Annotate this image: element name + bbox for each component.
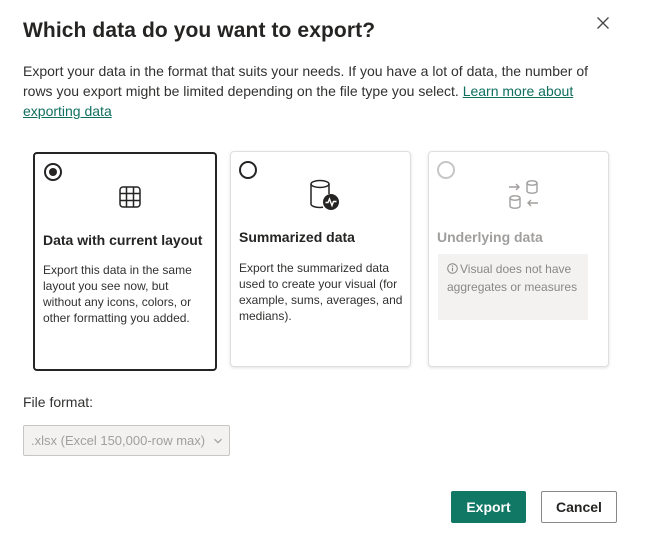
cancel-button[interactable]: Cancel: [541, 491, 617, 523]
dialog-title: Which data do you want to export?: [23, 19, 376, 42]
chevron-down-icon: [214, 438, 222, 444]
radio-summarized[interactable]: [239, 161, 257, 179]
option-card-current-layout[interactable]: Data with current layout Export this dat…: [33, 152, 217, 371]
option-card-summarized[interactable]: Summarized data Export the summarized da…: [230, 151, 411, 367]
option-title: Underlying data: [437, 229, 543, 245]
option-title: Summarized data: [239, 229, 355, 245]
dialog-description: Export your data in the format that suit…: [23, 61, 608, 121]
database-chart-icon: [310, 179, 339, 210]
table-grid-icon: [119, 186, 141, 208]
option-title: Data with current layout: [43, 232, 203, 248]
option-description: Export this data in the same layout you …: [43, 263, 192, 325]
close-button[interactable]: [592, 12, 614, 34]
export-button[interactable]: Export: [451, 491, 526, 523]
radio-underlying: [437, 161, 455, 179]
close-icon: [597, 17, 609, 29]
option-card-underlying: Underlying data Visual does not have agg…: [428, 151, 609, 367]
option-note: Visual does not have aggregates or measu…: [438, 254, 588, 320]
info-icon: [447, 263, 458, 274]
radio-current-layout[interactable]: [44, 163, 62, 181]
database-transfer-icon: [509, 180, 538, 209]
option-description: Export the summarized data used to creat…: [239, 261, 403, 323]
file-format-value: .xlsx (Excel 150,000-row max): [31, 433, 206, 448]
export-dialog: Which data do you want to export? Export…: [0, 0, 650, 540]
file-format-label: File format:: [23, 394, 94, 410]
file-format-dropdown: .xlsx (Excel 150,000-row max): [23, 425, 230, 456]
option-note-text: Visual does not have aggregates or measu…: [447, 262, 578, 294]
